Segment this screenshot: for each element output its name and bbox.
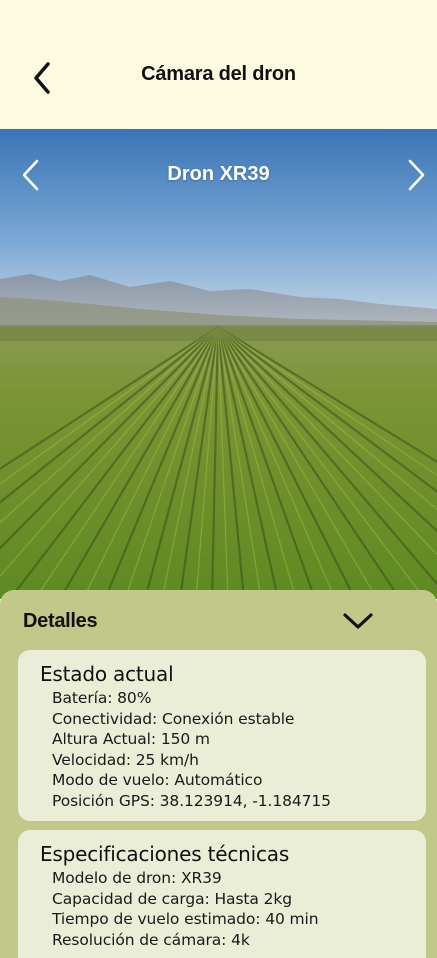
status-altitude: Altura Actual: 150 m xyxy=(52,730,210,748)
spec-payload: Capacidad de carga: Hasta 2kg xyxy=(52,889,293,908)
status-card: Estado actual Batería: 80% Conectividad:… xyxy=(18,650,426,821)
status-heading: Estado actual xyxy=(40,662,174,686)
chevron-down-icon xyxy=(343,613,373,629)
specs-list: Modelo de dron: XR39 Capacidad de carga:… xyxy=(52,868,319,950)
app-header: Cámara del dron xyxy=(0,0,437,129)
status-connectivity: Conectividad: Conexión estable xyxy=(52,709,295,728)
next-drone-button[interactable] xyxy=(401,157,431,193)
page-title: Cámara del dron xyxy=(141,63,296,85)
drone-name: Dron XR39 xyxy=(167,163,270,185)
specs-heading: Especificaciones técnicas xyxy=(40,842,290,866)
status-battery: Batería: 80% xyxy=(52,689,152,707)
status-gps: Posición GPS: 38.123914, -1.184715 xyxy=(52,791,331,810)
details-title: Detalles xyxy=(23,610,98,632)
spec-camera-resolution: Resolución de cámara: 4k xyxy=(52,930,250,949)
drone-camera-view: Dron XR39 xyxy=(0,129,437,599)
spec-model: Modelo de dron: XR39 xyxy=(52,869,222,887)
status-speed: Velocidad: 25 km/h xyxy=(52,750,199,769)
status-list: Batería: 80% Conectividad: Conexión esta… xyxy=(52,688,331,811)
chevron-right-icon xyxy=(408,159,425,191)
status-flight-mode: Modo de vuelo: Automático xyxy=(52,771,263,789)
camera-feed-image xyxy=(0,129,437,599)
specs-card: Especificaciones técnicas Modelo de dron… xyxy=(18,830,426,958)
spec-flight-time: Tiempo de vuelo estimado: 40 min xyxy=(52,910,319,928)
collapse-details-button[interactable] xyxy=(340,608,376,634)
details-panel: Detalles Estado actual Batería: 80% Cone… xyxy=(0,590,437,958)
